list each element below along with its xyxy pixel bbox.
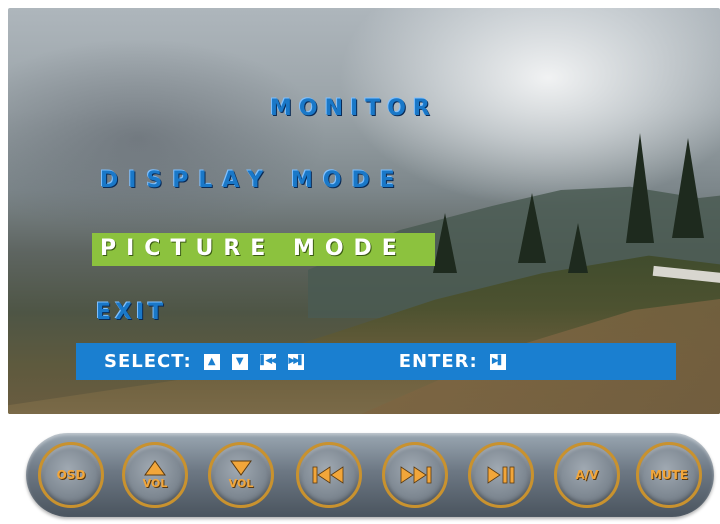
menu-item-exit[interactable]: EXIT bbox=[96, 300, 167, 325]
previous-icon bbox=[312, 466, 344, 484]
volume-up-label: VOL bbox=[142, 477, 168, 490]
down-arrow-icon bbox=[230, 460, 252, 476]
volume-up-button[interactable]: VOL bbox=[122, 442, 188, 508]
previous-button[interactable] bbox=[296, 442, 362, 508]
next-icon: ▶▶▌ bbox=[287, 353, 305, 370]
osd-button[interactable]: OSD bbox=[38, 442, 104, 508]
tree bbox=[433, 213, 457, 273]
tree bbox=[672, 138, 704, 238]
play-pause-icon: ▶▌ bbox=[489, 353, 506, 370]
menu-item-picture-mode[interactable]: PICTURE MODE bbox=[92, 233, 435, 266]
play-pause-icon bbox=[487, 466, 515, 484]
enter-label: ENTER: bbox=[398, 351, 478, 372]
osd-button-label: OSD bbox=[56, 468, 86, 482]
previous-icon: ▌◀◀ bbox=[259, 353, 277, 370]
av-button[interactable]: A/V bbox=[554, 442, 620, 508]
up-arrow-icon bbox=[144, 460, 166, 476]
select-label: SELECT: bbox=[104, 351, 192, 372]
down-arrow-icon: ▼ bbox=[231, 353, 248, 370]
tree bbox=[626, 133, 654, 243]
mute-button[interactable]: MUTE bbox=[636, 442, 702, 508]
help-bar: SELECT: ▲ ▼ ▌◀◀ ▶▶▌ ENTER: ▶▌ bbox=[76, 343, 676, 380]
mute-button-label: MUTE bbox=[649, 468, 689, 482]
control-button-bar: OSD VOL VOL A/V MUTE bbox=[26, 433, 714, 517]
next-icon bbox=[400, 466, 432, 484]
cloud-shadow bbox=[8, 38, 328, 238]
volume-down-label: VOL bbox=[228, 477, 254, 490]
av-button-label: A/V bbox=[575, 468, 599, 482]
next-button[interactable] bbox=[382, 442, 448, 508]
monitor-screen: MONITOR DISPLAY MODE PICTURE MODE EXIT S… bbox=[8, 8, 720, 414]
up-arrow-icon: ▲ bbox=[203, 353, 220, 370]
play-pause-button[interactable] bbox=[468, 442, 534, 508]
tree bbox=[518, 193, 546, 263]
volume-down-button[interactable]: VOL bbox=[208, 442, 274, 508]
menu-item-display-mode[interactable]: DISPLAY MODE bbox=[100, 168, 405, 193]
tree bbox=[568, 223, 588, 273]
osd-title: MONITOR bbox=[270, 96, 437, 121]
